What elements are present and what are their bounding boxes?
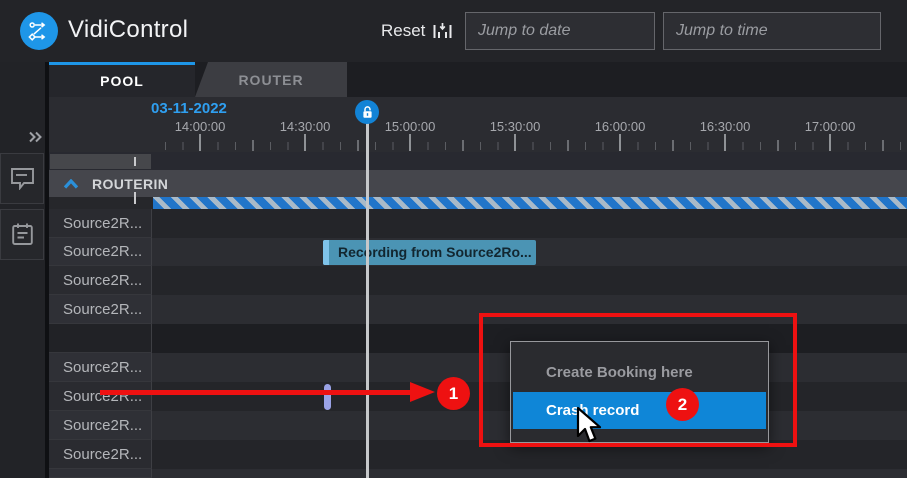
group-marker — [134, 192, 136, 204]
row-track[interactable] — [152, 440, 907, 469]
ruler-ticks — [0, 133, 907, 151]
table-row: Source2R... — [0, 266, 907, 295]
table-row: Source2R... — [0, 440, 907, 469]
time-label: 16:00:00 — [595, 119, 646, 134]
time-label: 15:00:00 — [385, 119, 436, 134]
row-label-empty — [49, 469, 152, 478]
header-bar: VidiControl Reset — [0, 0, 907, 62]
row-label-empty — [49, 324, 152, 353]
scrollbar-marker — [134, 157, 136, 166]
sidebar-comments-button[interactable] — [0, 153, 44, 204]
reset-button[interactable]: Reset — [381, 0, 453, 62]
ruler-tick-medium — [252, 140, 254, 151]
table-row: Source2R... — [0, 295, 907, 324]
table-row: Source2R... — [0, 411, 907, 440]
timeline-date-label: 03-11-2022 — [151, 100, 227, 117]
ruler-tick-medium — [357, 140, 359, 151]
ruler-minor-ticks — [155, 142, 907, 150]
ruler-tick-major — [514, 134, 516, 151]
routing-arrows-icon — [28, 20, 50, 42]
mouse-cursor-icon — [574, 406, 602, 446]
ruler-tick-major — [199, 134, 201, 151]
time-label: 14:00:00 — [175, 119, 226, 134]
jump-to-date-field[interactable] — [465, 12, 655, 50]
ruler-tick-medium — [672, 140, 674, 151]
row-track[interactable] — [152, 266, 907, 295]
tab-router[interactable]: ROUTER — [195, 62, 347, 97]
reset-zoom-icon — [432, 21, 453, 41]
playhead-handle[interactable] — [355, 100, 379, 124]
table-row: Source2R... — [0, 209, 907, 238]
ruler-tick-major — [304, 134, 306, 151]
tab-strip: POOL ROUTER — [49, 62, 907, 97]
chevron-up-icon[interactable] — [63, 179, 79, 189]
time-label: 17:00:00 — [805, 119, 856, 134]
ruler-tick-major — [829, 134, 831, 151]
row-track[interactable] — [152, 469, 907, 478]
ruler-tick-medium — [567, 140, 569, 151]
annotation-step-2-badge: 2 — [666, 388, 699, 421]
ruler-tick-medium — [462, 140, 464, 151]
group-header-routerin[interactable]: ROUTERIN — [49, 170, 907, 197]
table-row — [0, 469, 907, 478]
table-row — [0, 324, 907, 353]
annotation-step-1-badge: 1 — [437, 377, 470, 410]
menu-item-create-booking[interactable]: Create Booking here — [511, 353, 768, 392]
jump-to-time-input[interactable] — [676, 22, 884, 40]
recording-block[interactable]: Recording from Source2Ro... — [323, 240, 536, 265]
group-title: ROUTERIN — [92, 176, 168, 192]
annotation-arrow — [100, 390, 412, 395]
time-label: 14:30:00 — [280, 119, 331, 134]
row-label[interactable]: Source2R... — [49, 238, 152, 266]
tab-router-label: ROUTER — [238, 72, 303, 88]
ruler-tick-medium — [882, 140, 884, 151]
jump-to-date-input[interactable] — [478, 22, 686, 40]
row-label[interactable]: Source2R... — [49, 382, 152, 411]
ruler-tick-major — [724, 134, 726, 151]
app-title: VidiControl — [68, 16, 188, 44]
menu-item-crash-record[interactable]: Crash record — [513, 392, 766, 429]
timeline-event-marker[interactable] — [324, 384, 331, 410]
row-label[interactable]: Source2R... — [49, 209, 152, 238]
annotation-arrow-head — [410, 382, 435, 402]
row-label[interactable]: Source2R... — [49, 411, 152, 440]
ruler-tick-major — [619, 134, 621, 151]
time-label: 16:30:00 — [700, 119, 751, 134]
reset-label: Reset — [381, 21, 425, 41]
vidicontrol-app: VidiControl Reset — [0, 0, 907, 478]
playhead-line — [366, 121, 369, 478]
tab-pool-label: POOL — [100, 73, 144, 89]
row-track[interactable] — [152, 295, 907, 324]
recording-block-label: Recording from Source2Ro... — [329, 240, 532, 265]
group-summary-track[interactable] — [49, 197, 907, 209]
row-label[interactable]: Source2R... — [49, 295, 152, 324]
time-label: 15:30:00 — [490, 119, 541, 134]
app-logo — [20, 12, 58, 50]
row-label[interactable]: Source2R... — [49, 353, 152, 382]
row-label[interactable]: Source2R... — [49, 266, 152, 295]
context-menu: Create Booking here Crash record — [510, 341, 769, 443]
open-padlock-icon — [362, 106, 373, 119]
timeline-scrollbar-track[interactable] — [49, 152, 907, 170]
jump-to-time-field[interactable] — [663, 12, 881, 50]
tab-pool[interactable]: POOL — [49, 62, 195, 97]
ruler-tick-major — [409, 134, 411, 151]
ruler-tick-medium — [777, 140, 779, 151]
row-label[interactable]: Source2R... — [49, 440, 152, 469]
row-track[interactable] — [152, 209, 907, 238]
armed-recording-hatch — [153, 197, 907, 209]
comment-icon — [10, 167, 35, 190]
